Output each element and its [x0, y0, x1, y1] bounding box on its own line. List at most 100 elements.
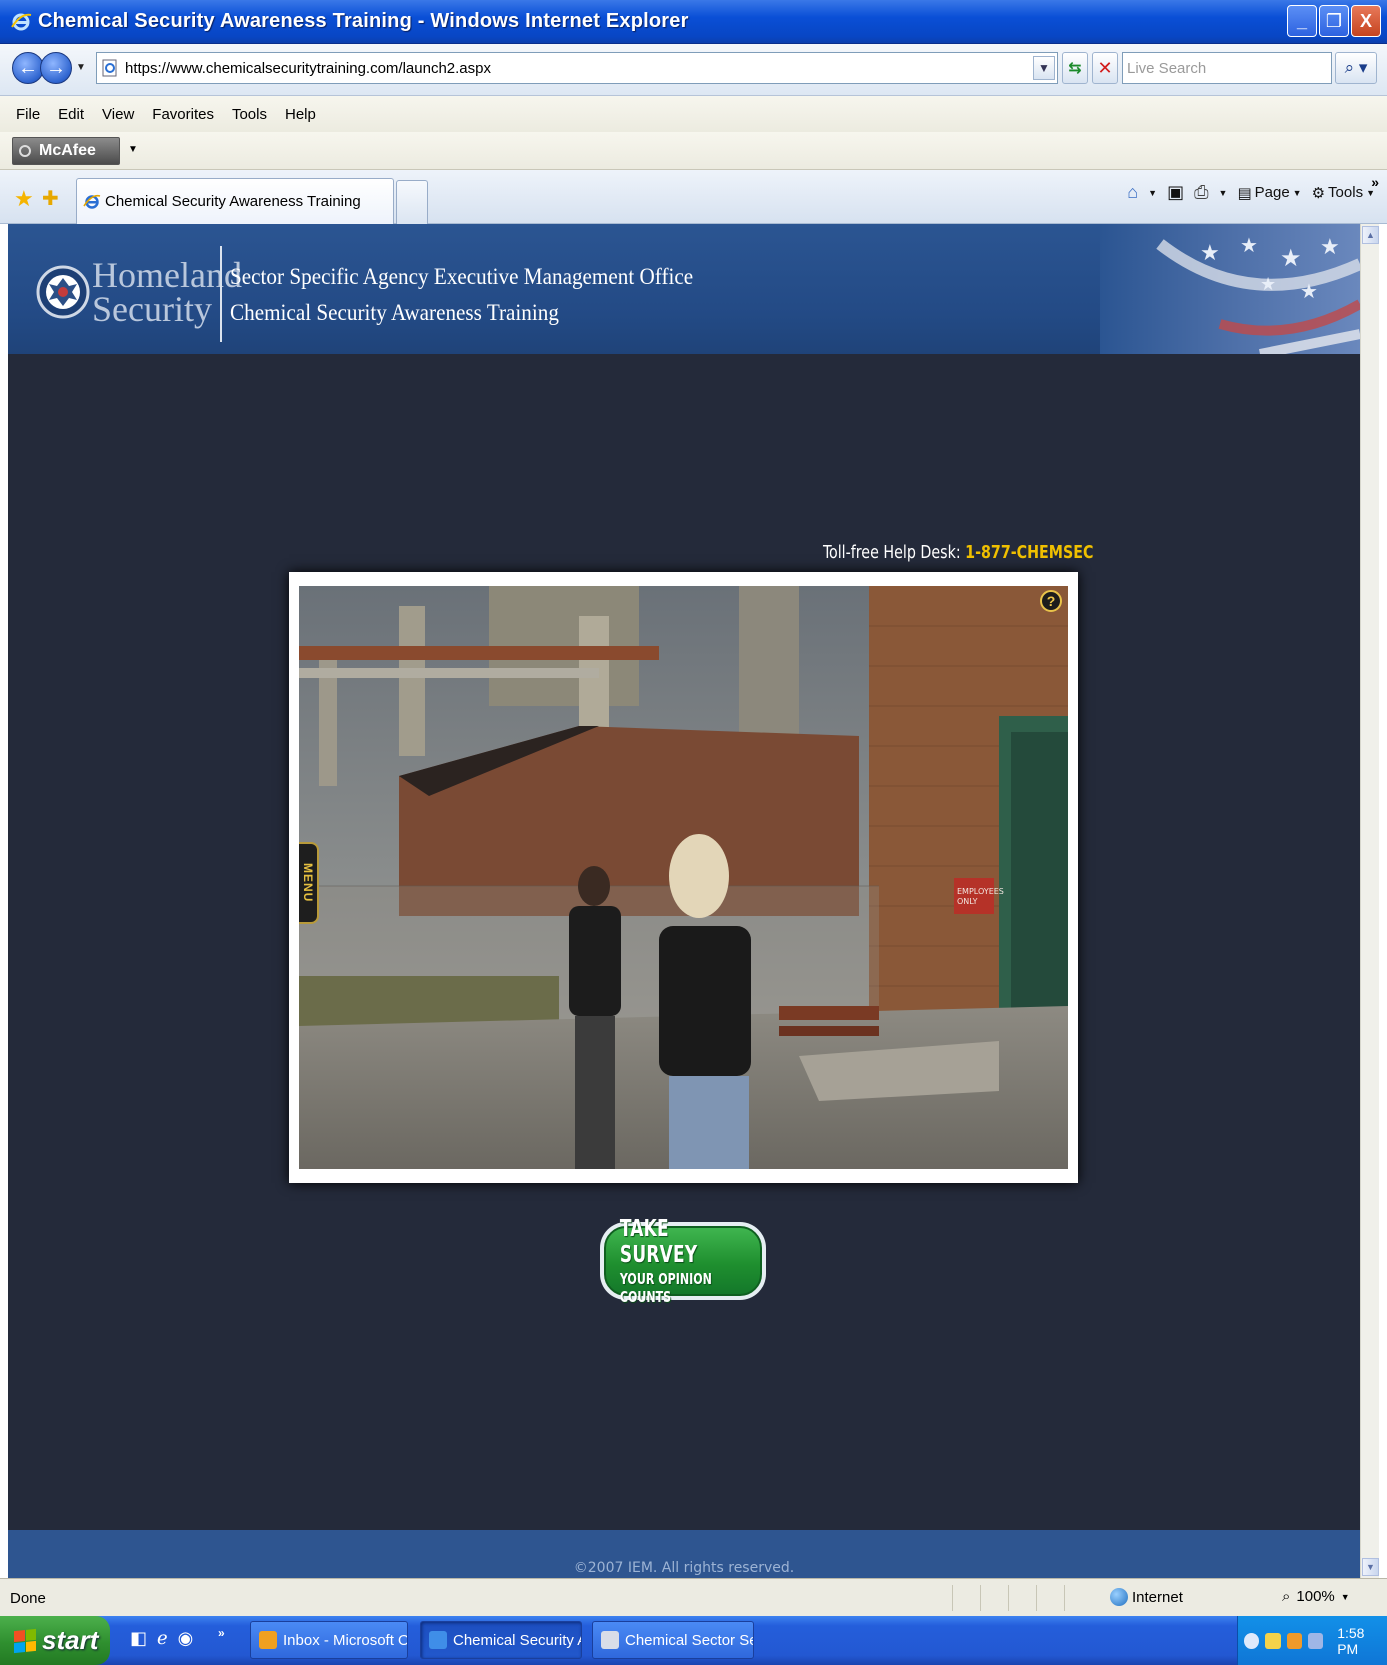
svg-text:★: ★: [1320, 235, 1340, 260]
status-panel: [1064, 1585, 1092, 1611]
stop-button[interactable]: ✕: [1092, 52, 1118, 84]
helpdesk-line: Toll-free Help Desk: 1-877-CHEMSEC: [823, 542, 1093, 563]
task-outlook[interactable]: Inbox - Microsoft Out...: [250, 1621, 408, 1659]
menu-help[interactable]: Help: [285, 106, 316, 123]
status-panel: [1036, 1585, 1064, 1611]
status-text: Done: [10, 1590, 46, 1607]
helpdesk-label: Toll-free Help Desk:: [823, 542, 961, 563]
refresh-icon: ⇆: [1068, 60, 1082, 77]
zoom-control[interactable]: ⌕ 100% ▼: [1282, 1588, 1350, 1605]
internet-explorer-icon[interactable]: ℯ: [157, 1628, 168, 1649]
mcafee-status-icon: [19, 145, 31, 157]
home-dropdown-icon[interactable]: ▼: [1148, 188, 1157, 198]
page-icon: [102, 59, 117, 77]
mcafee-dropdown-icon[interactable]: ▼: [128, 144, 138, 155]
gear-icon: ⚙: [1311, 184, 1326, 202]
minimize-button[interactable]: _: [1287, 5, 1317, 37]
magnifier-icon: ⌕ ▾: [1344, 58, 1368, 77]
search-input[interactable]: [1127, 59, 1331, 77]
take-survey-button-face[interactable]: TAKE SURVEY YOUR OPINION COUNTS: [604, 1216, 762, 1306]
more-commands-icon[interactable]: »: [1371, 174, 1379, 190]
scroll-down-icon[interactable]: ▼: [1362, 1558, 1379, 1576]
address-dropdown-icon[interactable]: ▼: [1033, 56, 1055, 80]
start-button[interactable]: start: [0, 1616, 110, 1665]
outlook-icon: [259, 1631, 277, 1649]
mail-icon[interactable]: [1265, 1632, 1281, 1649]
menu-bar: File Edit View Favorites Tools Help: [0, 96, 1387, 132]
show-hidden-icons-icon[interactable]: [1244, 1632, 1260, 1649]
start-label: start: [42, 1625, 99, 1655]
tools-menu-button[interactable]: ⚙ Tools ▼: [1312, 184, 1375, 202]
address-field[interactable]: https://www.chemicalsecuritytraining.com…: [96, 52, 1058, 84]
stop-icon: ✕: [1097, 57, 1113, 78]
forward-button[interactable]: →: [40, 52, 72, 84]
chevron-down-icon[interactable]: ▼: [1341, 1592, 1350, 1602]
refresh-button[interactable]: ⇆: [1062, 52, 1088, 84]
mcafee-label: McAfee: [39, 142, 96, 159]
feeds-icon[interactable]: ▣: [1167, 182, 1184, 203]
scroll-up-icon[interactable]: ▲: [1362, 226, 1379, 244]
internet-explorer-icon: [11, 13, 32, 30]
add-favorite-icon[interactable]: ✚: [42, 186, 59, 211]
chevron-down-icon: ▼: [1292, 187, 1302, 198]
back-arrow-icon: ←: [18, 56, 38, 79]
task-chemical-security[interactable]: Chemical Security Aw...: [420, 1621, 582, 1659]
training-scene[interactable]: EMPLOYEES ONLY MENU ?: [299, 586, 1068, 1169]
training-frame: EMPLOYEES ONLY MENU ?: [289, 572, 1078, 1183]
task-label: Inbox - Microsoft Out...: [283, 1631, 407, 1649]
status-panel: [1008, 1585, 1036, 1611]
svg-text:★: ★: [1200, 241, 1220, 266]
home-icon[interactable]: ⌂: [1127, 182, 1138, 203]
new-tab-button[interactable]: [396, 180, 428, 224]
desktop-icon[interactable]: ◧: [130, 1628, 147, 1649]
globe-icon: [1110, 1588, 1128, 1606]
status-bar: Done Internet ⌕ 100% ▼: [0, 1578, 1387, 1616]
office-title: Sector Specific Agency Executive Managem…: [230, 264, 694, 289]
task-label: Chemical Sector Secu...: [625, 1631, 753, 1649]
page-menu-button[interactable]: ▤ Page ▼: [1237, 184, 1301, 202]
tab-chemical-security[interactable]: Chemical Security Awareness Training: [76, 178, 394, 224]
status-panel: [952, 1585, 980, 1611]
help-button[interactable]: ?: [1040, 590, 1062, 612]
search-button[interactable]: ⌕ ▾: [1335, 52, 1377, 84]
menu-file[interactable]: File: [16, 106, 40, 123]
vertical-scrollbar[interactable]: ▲ ▼: [1360, 224, 1379, 1578]
task-label: Chemical Security Aw...: [453, 1631, 581, 1649]
network-icon[interactable]: [1307, 1632, 1324, 1649]
take-survey-button[interactable]: TAKE SURVEY YOUR OPINION COUNTS: [600, 1216, 766, 1306]
dhs-header: Homeland Security Sector Specific Agency…: [8, 224, 1360, 354]
menu-edit[interactable]: Edit: [58, 106, 84, 123]
maximize-button[interactable]: ❐: [1319, 5, 1349, 37]
svg-text:★: ★: [1300, 279, 1318, 303]
search-box[interactable]: [1122, 52, 1332, 84]
media-player-icon[interactable]: ◉: [178, 1628, 194, 1649]
windows-taskbar: start ◧ ℯ ◉ » Inbox - Microsoft Out... C…: [0, 1616, 1387, 1665]
mcafee-button[interactable]: McAfee: [12, 137, 120, 165]
page-menu-label: Page: [1254, 184, 1290, 201]
security-zone[interactable]: Internet: [1110, 1588, 1183, 1606]
recent-pages-dropdown-icon[interactable]: ▼: [76, 62, 86, 73]
print-dropdown-icon[interactable]: ▼: [1219, 188, 1228, 198]
mcafee-toolbar: McAfee ▼: [0, 132, 1387, 170]
address-url[interactable]: https://www.chemicalsecuritytraining.com…: [125, 60, 491, 77]
survey-subtitle: YOUR OPINION COUNTS: [619, 1270, 712, 1306]
helpdesk-number: 1-877-CHEMSEC: [965, 542, 1094, 563]
quick-launch-more-icon[interactable]: »: [218, 1626, 225, 1640]
document-icon: [601, 1631, 619, 1649]
menu-tools[interactable]: Tools: [232, 106, 267, 123]
menu-favorites[interactable]: Favorites: [152, 106, 214, 123]
menu-tab[interactable]: MENU: [299, 842, 319, 924]
forward-arrow-icon: →: [46, 56, 66, 79]
window-controls: _ ❐ X: [1287, 5, 1381, 37]
status-panel: [980, 1585, 1008, 1611]
header-divider: [220, 246, 222, 342]
address-toolbar: ← → ▼ https://www.chemicalsecuritytraini…: [0, 44, 1387, 96]
close-button[interactable]: X: [1351, 5, 1381, 37]
print-icon[interactable]: ⎙: [1194, 182, 1208, 203]
favorites-star-icon[interactable]: ★: [14, 186, 34, 212]
tab-label: Chemical Security Awareness Training: [105, 193, 361, 210]
outlook-icon[interactable]: [1286, 1632, 1302, 1649]
page-icon: ▤: [1237, 184, 1252, 202]
menu-view[interactable]: View: [102, 106, 134, 123]
task-chemical-sector[interactable]: Chemical Sector Secu...: [592, 1621, 754, 1659]
